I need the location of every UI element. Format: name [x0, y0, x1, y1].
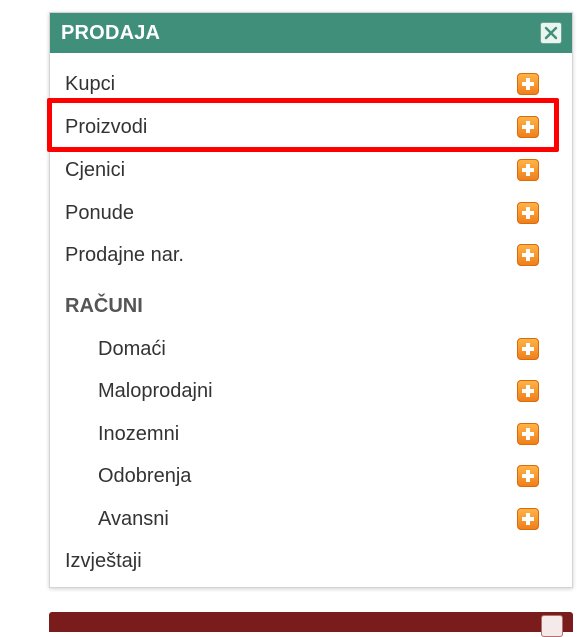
add-plus-icon[interactable]: [517, 423, 539, 445]
add-plus-icon[interactable]: [517, 380, 539, 402]
add-plus-icon[interactable]: [517, 508, 539, 530]
menu-item-odobrenja[interactable]: Odobrenja: [50, 455, 572, 497]
add-plus-icon[interactable]: [517, 73, 539, 95]
add-plus-icon[interactable]: [517, 338, 539, 360]
menu-item-inozemni[interactable]: Inozemni: [50, 413, 572, 455]
menu-item-label: Domaći: [98, 337, 166, 360]
menu-item-label: Proizvodi: [65, 115, 148, 138]
menu-item-label: Ponude: [65, 201, 134, 224]
section-header-racuni: RAČUNI: [50, 285, 572, 327]
menu-item-label: Kupci: [65, 72, 116, 95]
add-plus-icon[interactable]: [517, 244, 539, 266]
add-plus-icon[interactable]: [517, 465, 539, 487]
menu-item-maloprodajni[interactable]: Maloprodajni: [50, 370, 572, 412]
menu-item-domaci[interactable]: Domaći: [50, 328, 572, 370]
prodaja-panel: PRODAJA Kupci Proizvodi Cjenici Ponude P…: [49, 12, 573, 588]
next-panel-header: [49, 612, 573, 637]
panel-title: PRODAJA: [61, 21, 161, 44]
next-panel-button[interactable]: [541, 615, 563, 637]
add-plus-icon[interactable]: [517, 116, 539, 138]
add-plus-icon[interactable]: [517, 159, 539, 181]
menu-item-label: Maloprodajni: [98, 379, 213, 402]
close-panel-button[interactable]: [540, 22, 562, 44]
menu-item-avansni[interactable]: Avansni: [50, 498, 572, 540]
menu-item-label: Izvještaji: [65, 549, 142, 572]
add-plus-icon[interactable]: [517, 202, 539, 224]
menu-item-label: Avansni: [98, 507, 169, 530]
menu-item-izvjestaji[interactable]: Izvještaji: [50, 540, 572, 582]
menu-item-label: Odobrenja: [98, 464, 192, 487]
close-x-icon: [544, 26, 558, 40]
menu-item-ponude[interactable]: Ponude: [50, 192, 572, 234]
section-title: RAČUNI: [65, 294, 143, 317]
menu-item-proizvodi[interactable]: Proizvodi: [50, 106, 572, 148]
menu-item-label: Cjenici: [65, 158, 126, 181]
menu-item-cjenici[interactable]: Cjenici: [50, 149, 572, 191]
panel-header: PRODAJA: [50, 13, 572, 53]
menu-item-label: Inozemni: [98, 422, 180, 445]
menu-item-kupci[interactable]: Kupci: [50, 63, 572, 105]
menu-item-prodajne-nar[interactable]: Prodajne nar.: [50, 234, 572, 276]
menu-item-label: Prodajne nar.: [65, 243, 184, 266]
